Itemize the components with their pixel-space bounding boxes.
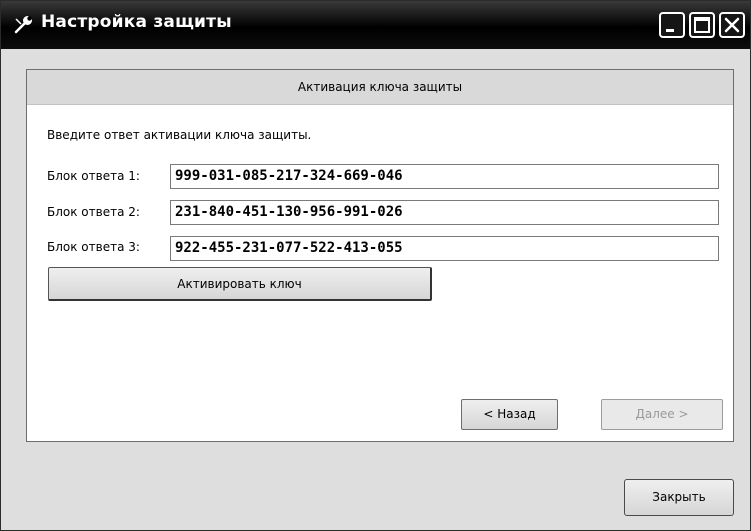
response-block-2-field[interactable]: 231-840-451-130-956-991-026 [170,200,719,225]
panel-title: Активация ключа защиты [297,80,463,94]
title-bar[interactable]: Настройка защиты [1,1,750,49]
close-window-button[interactable] [719,12,745,38]
maximize-button[interactable] [689,12,715,38]
window-title: Настройка защиты [41,12,232,32]
maximize-icon [694,17,710,33]
next-button[interactable]: Далее > [601,399,723,430]
activate-key-button[interactable]: Активировать ключ [48,267,432,301]
response-block-1-label: Блок ответа 1: [47,169,140,183]
instruction-text: Введите ответ активации ключа защиты. [47,128,312,142]
activation-panel: Активация ключа защиты Введите ответ акт… [26,69,734,442]
panel-header: Активация ключа защиты [27,70,733,105]
response-block-1-field[interactable]: 999-031-085-217-324-669-046 [170,164,719,189]
close-icon [724,17,740,33]
back-button[interactable]: < Назад [461,399,558,430]
response-block-3-label: Блок ответа 3: [47,240,140,254]
close-button[interactable]: Закрыть [624,479,734,516]
wrench-icon [13,13,35,35]
minimize-icon [666,29,674,32]
response-block-2-label: Блок ответа 2: [47,205,140,219]
minimize-button[interactable] [659,12,685,38]
response-block-3-field[interactable]: 922-455-231-077-522-413-055 [170,236,719,261]
settings-window: Настройка защиты Активация ключа защиты … [0,0,751,531]
